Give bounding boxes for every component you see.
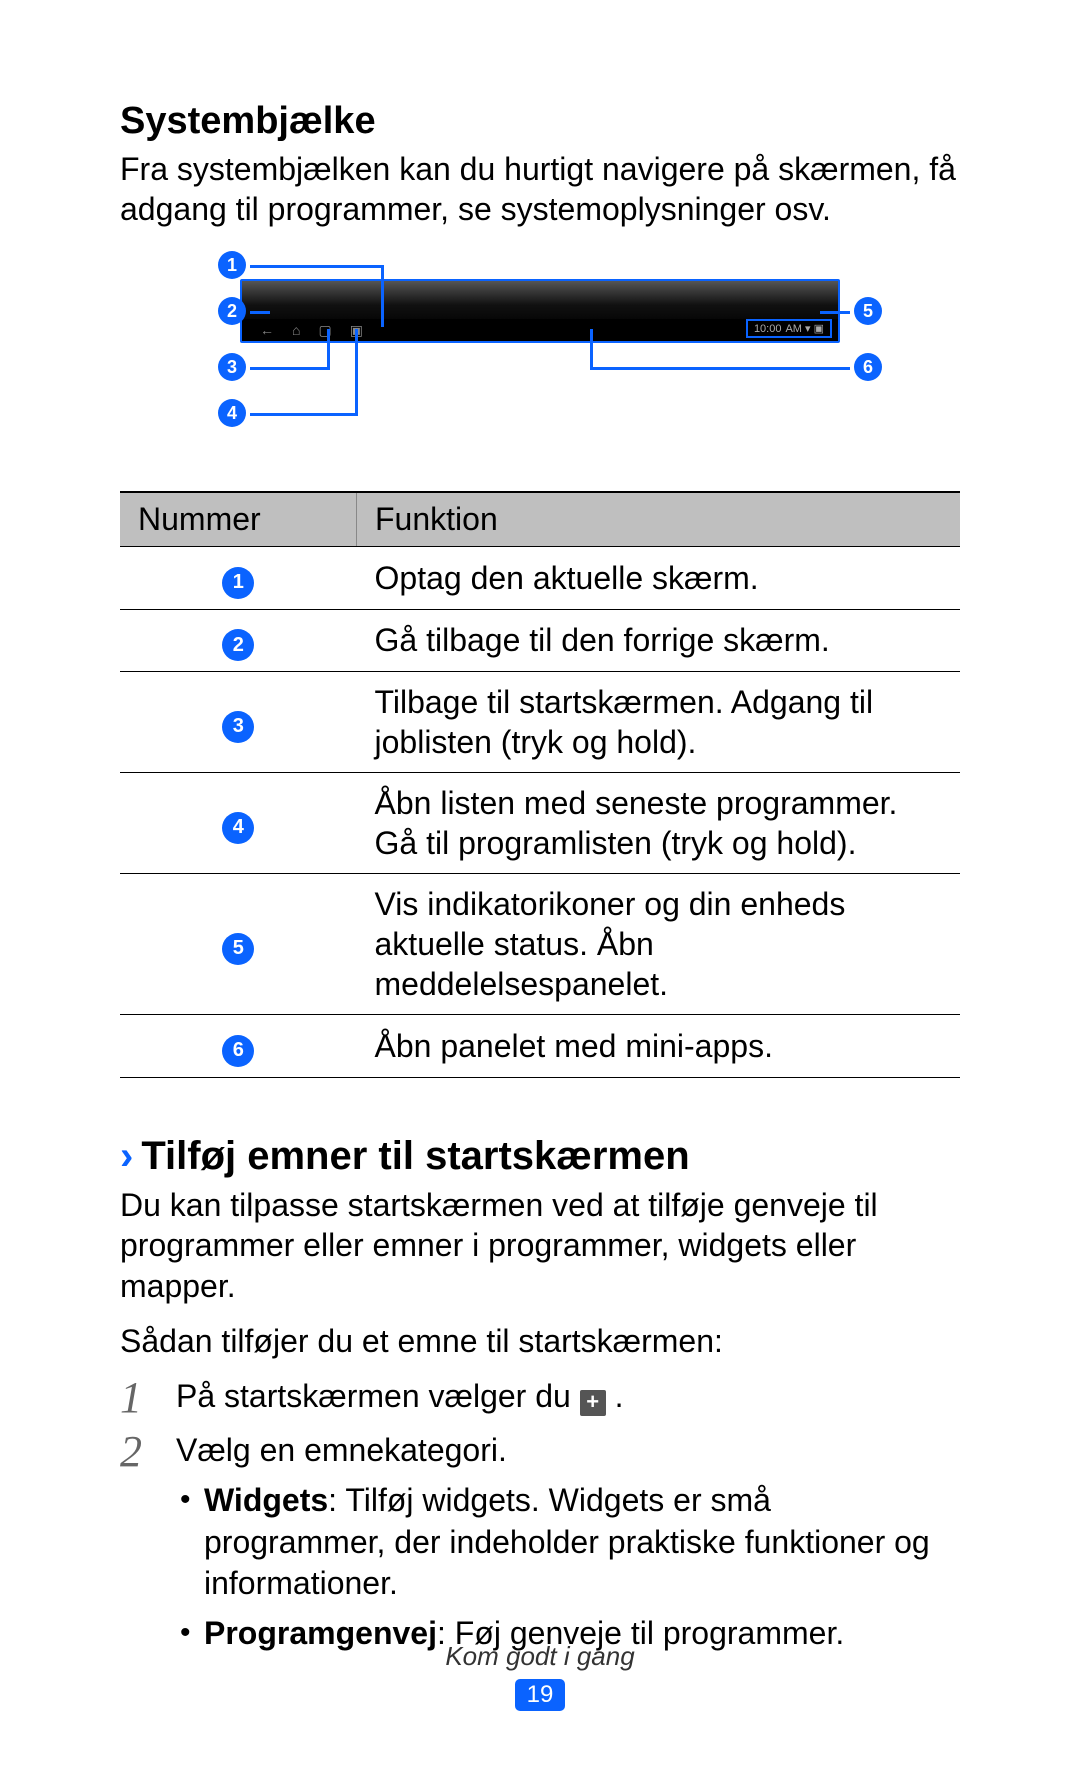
step1-text-post: . <box>615 1378 624 1414</box>
row-desc: Åbn listen med seneste programmer. Gå ti… <box>357 773 961 874</box>
subsection-p2: Sådan tilføjer du et emne til startskærm… <box>120 1321 960 1362</box>
callout-5: 5 <box>854 297 882 325</box>
table-row: 2 Gå tilbage til den forrige skærm. <box>120 609 960 672</box>
clock-time: 10:00 <box>754 323 782 335</box>
row-desc: Tilbage til startskærmen. Adgang til job… <box>357 672 961 773</box>
callout-2: 2 <box>218 297 246 325</box>
table-row: 3 Tilbage til startskærmen. Adgang til j… <box>120 672 960 773</box>
row-num-badge: 6 <box>222 1035 254 1067</box>
table-row: 5 Vis indikatorikoner og din enheds aktu… <box>120 874 960 1015</box>
back-icon: ← <box>260 322 274 338</box>
callout-1: 1 <box>218 251 246 279</box>
table-row: 4 Åbn listen med seneste programmer. Gå … <box>120 773 960 874</box>
steps-list: 1 På startskærmen vælger du + . 2 Vælg e… <box>120 1376 960 1662</box>
row-num-badge: 1 <box>222 567 254 599</box>
row-num-badge: 3 <box>222 711 254 743</box>
row-desc: Gå tilbage til den forrige skærm. <box>357 609 961 672</box>
systembar-diagram: ← ⌂ ▢ ▣ 10:00 AM ▾ ▣ 1 2 3 4 5 6 <box>180 251 900 461</box>
section-intro: Fra systembjælken kan du hurtigt naviger… <box>120 149 960 229</box>
table-row: 1 Optag den aktuelle skærm. <box>120 547 960 610</box>
systembar-area: ← ⌂ ▢ ▣ 10:00 AM ▾ ▣ <box>240 279 840 343</box>
subsection-p1: Du kan tilpasse startskærmen ved at tilf… <box>120 1185 960 1308</box>
row-desc: Åbn panelet med mini-apps. <box>357 1015 961 1078</box>
systembar-strip: ← ⌂ ▢ ▣ 10:00 AM ▾ ▣ <box>242 319 838 341</box>
page-number-badge: 19 <box>515 1679 566 1711</box>
chapter-title: Kom godt i gang <box>0 1641 1080 1672</box>
table-row: 6 Åbn panelet med mini-apps. <box>120 1015 960 1078</box>
step-number: 2 <box>120 1430 176 1474</box>
row-desc: Optag den aktuelle skærm. <box>357 547 961 610</box>
clock-indicator: 10:00 AM ▾ ▣ <box>746 319 832 338</box>
bullet-widgets-label: Widgets <box>204 1482 328 1518</box>
col-number-header: Nummer <box>120 492 357 547</box>
step2-text: Vælg en emnekategori. <box>176 1432 507 1468</box>
home-icon: ⌂ <box>292 322 300 338</box>
row-num-badge: 2 <box>222 629 254 661</box>
step1-text-pre: På startskærmen vælger du <box>176 1378 580 1414</box>
row-num-badge: 4 <box>222 812 254 844</box>
chevron-icon: › <box>120 1136 133 1176</box>
clock-extra: AM ▾ ▣ <box>785 322 824 335</box>
callout-4: 4 <box>218 399 246 427</box>
function-table: Nummer Funktion 1 Optag den aktuelle skæ… <box>120 491 960 1078</box>
subsection: › Tilføj emner til startskærmen Du kan t… <box>120 1134 960 1663</box>
section-title: Systembjælke <box>120 100 960 143</box>
step-1: 1 På startskærmen vælger du + . <box>120 1376 960 1420</box>
page-footer: Kom godt i gang 19 <box>0 1641 1080 1711</box>
callout-6: 6 <box>854 353 882 381</box>
col-function-header: Funktion <box>357 492 961 547</box>
table-header-row: Nummer Funktion <box>120 492 960 547</box>
callout-3: 3 <box>218 353 246 381</box>
plus-icon: + <box>580 1390 606 1416</box>
row-num-badge: 5 <box>222 933 254 965</box>
manual-page: Systembjælke Fra systembjælken kan du hu… <box>0 0 1080 1771</box>
step2-bullets: Widgets: Tilføj widgets. Widgets er små … <box>176 1480 960 1654</box>
bullet-widgets: Widgets: Tilføj widgets. Widgets er små … <box>176 1480 960 1605</box>
row-desc: Vis indikatorikoner og din enheds aktuel… <box>357 874 961 1015</box>
subsection-heading-text: Tilføj emner til startskærmen <box>141 1134 689 1179</box>
step-2: 2 Vælg en emnekategori. Widgets: Tilføj … <box>120 1430 960 1662</box>
subsection-heading: › Tilføj emner til startskærmen <box>120 1134 960 1179</box>
step-number: 1 <box>120 1376 176 1420</box>
